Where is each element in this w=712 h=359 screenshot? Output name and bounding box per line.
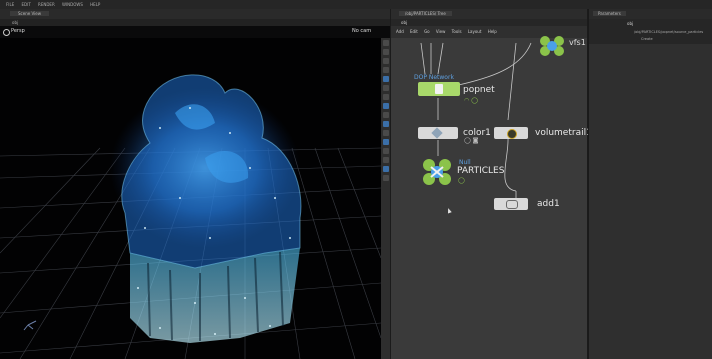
popnet-icon: [435, 84, 443, 94]
snap-tool-icon[interactable]: [382, 85, 389, 91]
viewport-side-toolbar: [381, 38, 390, 359]
particles-label: PARTICLES: [457, 166, 505, 176]
color-icon: [431, 127, 443, 139]
viewport-toolbar: Persp No cam: [0, 26, 390, 38]
network-path[interactable]: obj: [401, 20, 407, 25]
network-path-bar: obj: [391, 19, 587, 26]
popnet-type-label: DOP Network: [414, 74, 454, 81]
net-menu-go[interactable]: Go: [424, 29, 430, 34]
display-icon[interactable]: [3, 29, 10, 36]
scene-viewport[interactable]: Scene View obj Persp No cam: [0, 9, 390, 359]
points-tool-icon[interactable]: [382, 157, 389, 163]
parameters-path[interactable]: obj: [627, 21, 633, 26]
parameters-path-bar: obj: [589, 19, 712, 28]
particles-type-label: Null: [459, 159, 471, 166]
particles-flags-icon: ◯: [458, 177, 465, 184]
volumetrail-icon: [507, 129, 517, 139]
net-menu-help[interactable]: Help: [488, 29, 497, 34]
viewport-scene: [0, 74, 381, 359]
net-menu-tools[interactable]: Tools: [452, 29, 462, 34]
param-row-2[interactable]: Create: [641, 37, 653, 41]
viewport-tabs: Scene View: [0, 9, 390, 19]
color1-node[interactable]: [418, 127, 458, 139]
network-tabs: /obj/PARTICLES/ Tree: [391, 9, 587, 19]
wireframe-tool-icon[interactable]: [382, 121, 389, 127]
scale-tool-icon[interactable]: [382, 67, 389, 73]
uv-tool-icon[interactable]: [382, 175, 389, 181]
tab-scene-view[interactable]: Scene View: [10, 11, 49, 16]
viewport-path[interactable]: obj: [12, 20, 18, 25]
particle-sculpture: [110, 74, 302, 343]
menu-windows[interactable]: WINDOWS: [62, 2, 83, 7]
view-label[interactable]: Persp: [11, 28, 25, 34]
popnet-label: popnet: [463, 85, 495, 95]
net-menu-layout[interactable]: Layout: [468, 29, 482, 34]
menu-render[interactable]: RENDER: [38, 2, 55, 7]
parameters-panel: Parameters obj /obj/PARTICLES/popnet/sou…: [588, 9, 712, 359]
particles-node[interactable]: [421, 159, 453, 185]
add-icon: [506, 200, 518, 209]
camera-label[interactable]: No cam: [352, 28, 371, 34]
menu-file[interactable]: FILE: [6, 2, 14, 7]
shading-tool-icon[interactable]: [382, 103, 389, 109]
net-menu-view[interactable]: View: [436, 29, 446, 34]
grid-tool-icon[interactable]: [382, 130, 389, 136]
display-tool-icon[interactable]: [382, 76, 389, 82]
normals-tool-icon[interactable]: [382, 166, 389, 172]
menu-edit[interactable]: EDIT: [22, 2, 31, 7]
camera-tool-icon[interactable]: [382, 112, 389, 118]
select-tool-icon[interactable]: [382, 40, 389, 46]
menu-bar: FILE EDIT RENDER WINDOWS HELP: [0, 0, 712, 9]
tab-parameters[interactable]: Parameters: [593, 11, 626, 16]
move-tool-icon[interactable]: [382, 49, 389, 55]
net-menu-edit[interactable]: Edit: [410, 29, 418, 34]
add1-label: add1: [537, 199, 560, 209]
color1-flags-icon: ◯ ◙: [464, 137, 479, 144]
popnet-node[interactable]: [418, 82, 460, 96]
light-tool-icon[interactable]: [382, 94, 389, 100]
template-tool-icon[interactable]: [382, 148, 389, 154]
rotate-tool-icon[interactable]: [382, 58, 389, 64]
parameters-tabs: Parameters: [589, 9, 712, 19]
volumetrail1-label: volumetrail1: [535, 128, 592, 138]
axis-gizmo-icon: [23, 320, 37, 331]
network-editor[interactable]: /obj/PARTICLES/ Tree obj Add Edit Go Vie…: [391, 9, 592, 359]
net-menu-add[interactable]: Add: [396, 29, 404, 34]
tab-network[interactable]: /obj/PARTICLES/ Tree: [399, 11, 452, 16]
param-row-1[interactable]: /obj/PARTICLES/popnet/source_particles: [634, 30, 703, 34]
vfs-node[interactable]: [537, 35, 567, 57]
volumetrail1-node[interactable]: [494, 127, 528, 139]
popnet-flags-icon: ◠ ◯: [464, 97, 478, 104]
viewport-path-bar: obj: [0, 19, 390, 26]
add1-node[interactable]: [494, 198, 528, 210]
parameters-list: /obj/PARTICLES/popnet/source_particles C…: [589, 28, 712, 44]
vfs-label: vfs1: [569, 38, 586, 47]
ghost-tool-icon[interactable]: [382, 139, 389, 145]
menu-help[interactable]: HELP: [90, 2, 100, 7]
